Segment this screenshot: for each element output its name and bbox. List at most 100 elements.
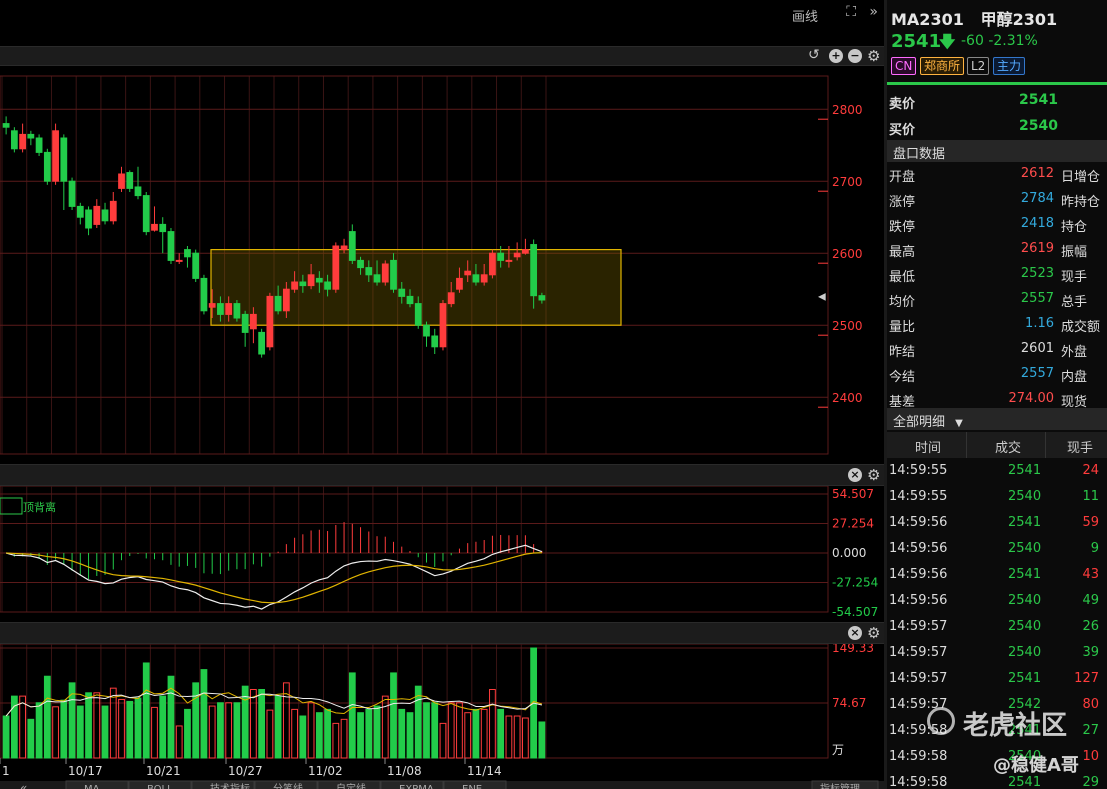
- volume-bar: [151, 706, 158, 759]
- quote-section-header[interactable]: 盘口数据: [887, 140, 1107, 162]
- chart-toolbar: 画线 ⛶ »: [0, 0, 884, 28]
- candle-body: [530, 244, 538, 297]
- draw-line-button[interactable]: 画线: [792, 6, 818, 25]
- volume-bar: [274, 695, 282, 759]
- bottom-tab-label: 自定线: [336, 782, 366, 789]
- candle-body: [258, 331, 266, 355]
- candle-body: [513, 252, 521, 258]
- ask-row: 卖价 2541: [887, 88, 1107, 114]
- volume-panel-header: × ⚙: [0, 622, 884, 644]
- trade-qty: 9: [1090, 541, 1099, 556]
- candle-body: [10, 130, 18, 150]
- quote-key: 量比: [889, 320, 916, 335]
- settings-icon[interactable]: ⚙: [867, 466, 880, 484]
- collapse-icon[interactable]: »: [869, 4, 878, 20]
- quote-key: 今结: [889, 370, 916, 385]
- candle-body: [60, 137, 68, 182]
- kline-chart[interactable]: 2800 2700 2600 2500 2400 ◀: [0, 66, 884, 462]
- candle-body: [109, 200, 117, 222]
- volume-bar: [299, 715, 307, 759]
- close-icon[interactable]: ×: [848, 626, 862, 640]
- trades-section-header[interactable]: 全部明细 ▼: [887, 408, 1107, 430]
- trade-row: 14:59:56 2541 59: [887, 510, 1107, 536]
- candle-body: [291, 281, 298, 290]
- trade-time: 14:59:58: [889, 749, 948, 764]
- volume-bar: [472, 708, 480, 759]
- candle-body: [142, 195, 150, 233]
- volume-bar: [439, 722, 447, 759]
- candle-body: [406, 295, 414, 305]
- quote-row: 昨结 2601 外盘: [887, 337, 1107, 362]
- quote-value: 2784: [1020, 191, 1054, 206]
- trade-qty: 43: [1082, 567, 1099, 582]
- trade-time: 14:59:55: [889, 463, 948, 478]
- close-icon[interactable]: ×: [848, 468, 862, 482]
- trade-qty: 49: [1082, 593, 1099, 608]
- volume-bar: [332, 722, 340, 759]
- volume-bar: [357, 712, 364, 759]
- quote-value: 2612: [1020, 166, 1054, 181]
- plot-border: [0, 486, 829, 613]
- y-tick-label: 2600: [832, 247, 863, 261]
- candle-body: [2, 123, 10, 128]
- candle-body: [151, 223, 158, 231]
- trade-time: 14:59:56: [889, 593, 948, 608]
- candle-body: [365, 267, 373, 276]
- volume-chart[interactable]: 149.33 74.67 万 1 10/17 10/21 10/27 11/02 11/08 1…: [0, 644, 884, 789]
- undo-icon[interactable]: ↺: [808, 47, 820, 63]
- volume-bar: [134, 697, 142, 759]
- y-tick-label: 74.67: [832, 696, 866, 710]
- y-tick-label: 27.254: [832, 516, 874, 530]
- quote-key: 开盘: [889, 170, 916, 185]
- trade-row: 14:59:56 2540 49: [887, 588, 1107, 614]
- macd-chart[interactable]: 54.507 27.254 0.000 -27.254 -54.507 顶背离: [0, 486, 884, 620]
- volume-bar: [35, 702, 43, 759]
- volume-bar: [431, 702, 439, 759]
- x-tick-label: 10/17: [68, 764, 103, 778]
- zoom-out-icon[interactable]: −: [848, 49, 862, 63]
- candle-body: [27, 133, 35, 139]
- trade-price: 2540: [1008, 489, 1042, 504]
- trades-section-label: 全部明细: [893, 415, 946, 430]
- candle-body: [68, 180, 76, 207]
- candle-body: [126, 172, 134, 189]
- volume-bar: [175, 725, 183, 759]
- volume-bar: [489, 688, 496, 759]
- ask-value: 2541: [1019, 92, 1058, 108]
- quote-key2: 内盘: [1061, 370, 1088, 385]
- quote-value: 2557: [1020, 366, 1054, 381]
- candle-body: [159, 223, 167, 233]
- trade-time: 14:59:57: [889, 671, 948, 686]
- candle-body: [76, 205, 84, 218]
- trade-price: 2541: [1008, 671, 1042, 686]
- settings-icon[interactable]: ⚙: [867, 624, 880, 642]
- candle-body: [505, 259, 513, 262]
- bottom-tab-label: BOLL: [147, 784, 173, 789]
- tag-main[interactable]: 主力: [993, 57, 1026, 75]
- quote-key2: 总手: [1061, 295, 1088, 310]
- trade-row: 14:59:55 2540 11: [887, 484, 1107, 510]
- y-tick-label: -27.254: [832, 576, 878, 590]
- candle-body: [522, 249, 529, 254]
- quote-row: 最低 2523 现手: [887, 262, 1107, 287]
- fullscreen-icon[interactable]: ⛶: [846, 4, 856, 20]
- quote-row: 跌停 2418 持仓: [887, 212, 1107, 237]
- candle-body: [93, 205, 101, 225]
- quote-key: 涨停: [889, 195, 916, 210]
- volume-bar: [464, 712, 472, 759]
- zoom-in-icon[interactable]: +: [829, 49, 843, 63]
- y-tick-label: 149.33: [832, 644, 874, 655]
- trade-price: 2541: [1008, 463, 1042, 478]
- candle-body: [332, 245, 340, 290]
- x-tick-label: 10/21: [146, 764, 181, 778]
- ask-label: 卖价: [889, 97, 916, 112]
- volume-bar: [513, 715, 521, 759]
- candle-body: [266, 295, 274, 348]
- settings-icon[interactable]: ⚙: [867, 47, 880, 65]
- volume-bar: [192, 682, 200, 759]
- dropdown-caret-icon[interactable]: ▼: [955, 418, 963, 429]
- trade-qty: 11: [1082, 489, 1099, 504]
- trade-row: 14:59:55 2541 24: [887, 458, 1107, 484]
- volume-bar: [200, 669, 208, 759]
- candle-body: [324, 281, 331, 290]
